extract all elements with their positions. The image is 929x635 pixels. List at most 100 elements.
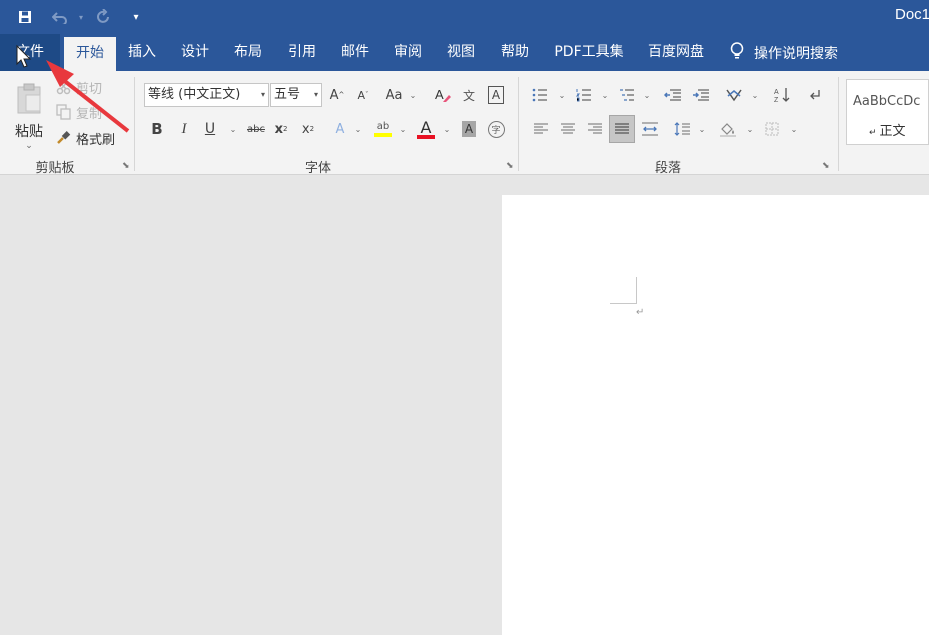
chevron-down-icon[interactable]: ⌄ xyxy=(745,117,755,141)
numbering-button[interactable] xyxy=(574,83,594,107)
tab-home[interactable]: 开始 xyxy=(64,37,116,71)
redo-icon[interactable] xyxy=(92,0,116,34)
svg-text:Z: Z xyxy=(774,97,779,103)
chevron-down-icon[interactable]: ⌄ xyxy=(353,117,363,141)
distributed-button[interactable] xyxy=(640,117,660,141)
svg-text:A: A xyxy=(774,89,779,96)
character-shading-icon: A xyxy=(461,121,477,137)
font-launcher-icon[interactable]: ⬊ xyxy=(506,161,514,171)
enclose-characters-button[interactable]: 字 xyxy=(486,117,506,141)
superscript-button[interactable]: x2 xyxy=(299,117,317,141)
borders-button[interactable] xyxy=(762,117,782,141)
subscript-icon: x xyxy=(274,121,283,137)
paste-label: 粘贴 xyxy=(15,124,43,140)
font-name-combo[interactable]: 等线 (中文正文) ▾ xyxy=(144,83,269,107)
customize-qat-icon[interactable]: ▾ xyxy=(128,0,144,34)
decrease-indent-button[interactable] xyxy=(662,83,684,107)
style-normal-tile[interactable]: AaBbCcDc ↵ 正文 xyxy=(846,79,929,145)
increase-indent-icon xyxy=(693,89,709,101)
align-center-button[interactable] xyxy=(558,117,578,141)
cut-button[interactable]: 剪切 xyxy=(56,77,102,97)
clipboard-launcher-icon[interactable]: ⬊ xyxy=(122,161,130,171)
chevron-down-icon[interactable]: ⌄ xyxy=(789,117,799,141)
undo-icon[interactable] xyxy=(47,0,73,34)
paragraph-mark-icon xyxy=(810,90,820,100)
chevron-down-icon[interactable]: ⌄ xyxy=(750,83,760,107)
group-divider xyxy=(518,77,519,171)
align-right-icon xyxy=(588,123,602,134)
paste-dropdown-icon[interactable]: ⌄ xyxy=(8,141,50,151)
tab-help[interactable]: 帮助 xyxy=(493,34,537,71)
phonetic-guide-button[interactable]: 文 xyxy=(458,83,480,107)
bold-button[interactable]: B xyxy=(147,117,167,141)
tab-insert[interactable]: 插入 xyxy=(120,34,164,71)
cut-label: 剪切 xyxy=(76,81,103,97)
clear-formatting-icon: A xyxy=(435,87,451,102)
shrink-font-icon: A xyxy=(357,88,366,102)
tab-mailings[interactable]: 邮件 xyxy=(333,34,377,71)
tab-review[interactable]: 审阅 xyxy=(386,34,430,71)
clear-formatting-button[interactable]: A xyxy=(432,83,454,107)
justify-button[interactable] xyxy=(609,115,635,143)
subscript-button[interactable]: x2 xyxy=(272,117,290,141)
grow-font-button[interactable]: A ^ xyxy=(328,83,346,107)
character-border-button[interactable]: A xyxy=(486,83,506,107)
change-case-button[interactable]: Aa xyxy=(383,83,405,107)
tab-layout[interactable]: 布局 xyxy=(226,34,270,71)
tell-me-search[interactable]: 操作说明搜索 xyxy=(730,34,838,71)
underline-button[interactable]: U xyxy=(200,117,220,141)
chinese-layout-button[interactable] xyxy=(722,83,746,107)
undo-dropdown-icon[interactable]: ▾ xyxy=(75,0,87,34)
strikethrough-button[interactable]: abc xyxy=(243,117,269,141)
decrease-indent-icon xyxy=(664,89,681,101)
tell-me-label: 操作说明搜索 xyxy=(754,45,838,62)
ribbon-tabs: 文件 开始 插入 设计 布局 引用 邮件 审阅 视图 帮助 PDF工具集 百度网… xyxy=(0,34,929,71)
chevron-down-icon[interactable]: ⌄ xyxy=(398,117,408,141)
numbered-list-icon xyxy=(576,89,591,102)
chevron-down-icon[interactable]: ⌄ xyxy=(442,117,452,141)
group-divider xyxy=(838,77,839,171)
bullets-button[interactable] xyxy=(530,83,550,107)
multilevel-list-icon xyxy=(620,89,634,101)
chevron-down-icon[interactable]: ⌄ xyxy=(600,83,610,107)
shrink-font-button[interactable]: Aˇ xyxy=(354,83,372,107)
line-spacing-button[interactable] xyxy=(672,117,692,141)
copy-button[interactable]: 复制 xyxy=(56,102,102,122)
shading-button[interactable] xyxy=(717,117,739,141)
highlight-button[interactable]: ab xyxy=(372,117,394,141)
format-painter-button[interactable]: 格式刷 xyxy=(56,128,115,148)
chevron-down-icon[interactable]: ⌄ xyxy=(642,83,652,107)
tab-view[interactable]: 视图 xyxy=(439,34,483,71)
character-shading-button[interactable]: A xyxy=(459,117,479,141)
align-left-icon xyxy=(534,123,548,134)
clipboard-group-label: 剪贴板 xyxy=(35,161,75,176)
chevron-down-icon[interactable]: ⌄ xyxy=(697,117,707,141)
multilevel-list-button[interactable] xyxy=(617,83,637,107)
chinese-layout-icon xyxy=(726,89,742,102)
paragraph-launcher-icon[interactable]: ⬊ xyxy=(822,161,830,171)
tab-pdf-tools[interactable]: PDF工具集 xyxy=(546,34,632,71)
tab-baidu-netdisk[interactable]: 百度网盘 xyxy=(638,34,714,71)
italic-button[interactable]: I xyxy=(174,117,194,141)
phonetic-guide-icon: 文 xyxy=(462,88,475,103)
text-effects-button[interactable]: A xyxy=(330,117,350,141)
tab-references[interactable]: 引用 xyxy=(280,34,324,71)
format-painter-label: 格式刷 xyxy=(76,132,116,148)
sort-button[interactable]: AZ xyxy=(771,83,793,107)
line-spacing-icon xyxy=(674,122,690,136)
tab-design[interactable]: 设计 xyxy=(173,34,217,71)
align-right-button[interactable] xyxy=(585,117,605,141)
chevron-down-icon[interactable]: ⌄ xyxy=(408,83,418,107)
chevron-down-icon[interactable]: ⌄ xyxy=(557,83,567,107)
font-size-combo[interactable]: 五号 ▾ xyxy=(270,83,322,107)
save-icon[interactable] xyxy=(12,0,38,34)
font-color-button[interactable]: A xyxy=(415,117,437,141)
show-marks-button[interactable] xyxy=(804,83,826,107)
document-page[interactable]: ↵ xyxy=(502,195,929,635)
chevron-down-icon[interactable]: ⌄ xyxy=(228,117,238,141)
increase-indent-button[interactable] xyxy=(690,83,712,107)
paragraph-group-label: 段落 xyxy=(654,161,681,176)
align-left-button[interactable] xyxy=(531,117,551,141)
tab-file[interactable]: 文件 xyxy=(0,34,60,71)
paste-button[interactable]: 粘贴 ⌄ xyxy=(8,79,50,151)
